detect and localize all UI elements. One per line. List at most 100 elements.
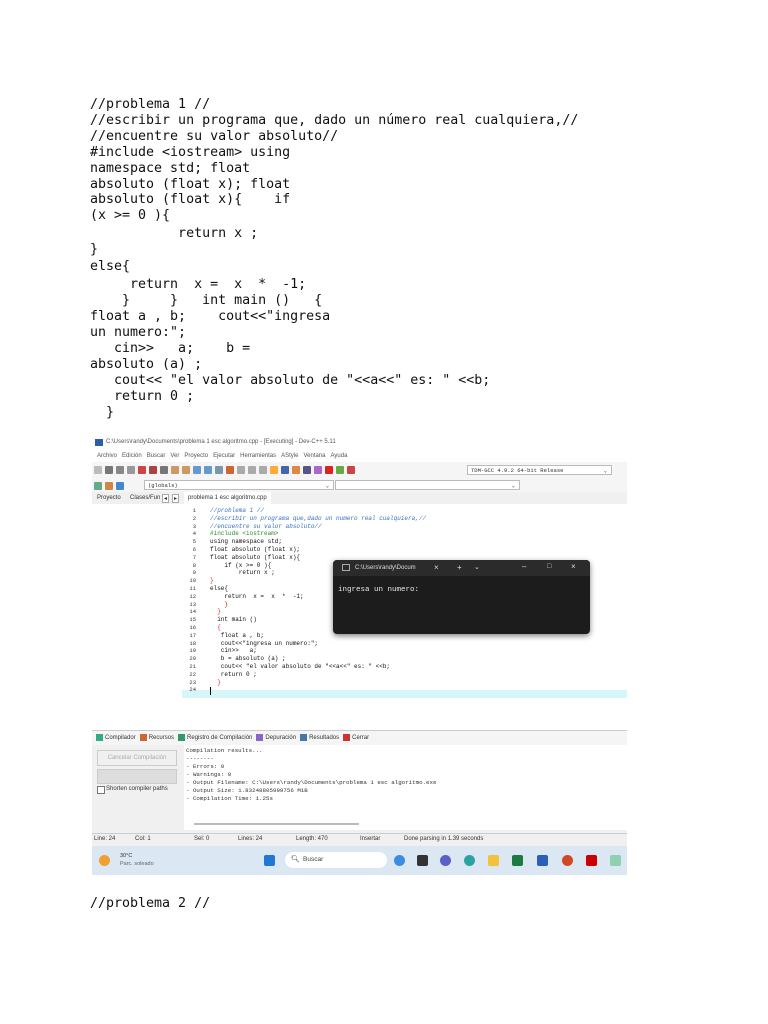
teams-icon[interactable] [440,855,451,866]
toolbar-icon[interactable] [281,466,289,474]
terminal-window[interactable]: C:\Users\randy\Docum × + ⌄ – □ × ingresa… [333,560,590,634]
line-number: 15 [189,616,196,624]
toolbar-icon[interactable] [259,466,267,474]
toolbar-icon[interactable] [292,466,300,474]
toolbar-icon[interactable] [226,466,234,474]
line-number: 6 [192,546,196,553]
toolbar-icon[interactable] [182,466,190,474]
windows-start-icon[interactable] [264,855,275,866]
toolbar-icon[interactable] [94,482,102,490]
new-tab-icon[interactable]: + [457,563,462,572]
code-line: return x = x * -1; [90,277,307,292]
edge-icon[interactable] [464,855,475,866]
menu-item-archivo[interactable]: Archivo [97,453,117,459]
line-number: 5 [192,538,196,546]
minimize-icon[interactable]: – [522,562,526,571]
toolbar-icon[interactable] [138,466,146,474]
chevron-down-icon: ⌄ [325,482,329,489]
code-line: float a , b; [210,631,265,639]
bottom-tab-cerrar[interactable]: Cerrar [352,735,369,741]
toolbar-icon[interactable] [215,466,223,474]
chatgpt-icon[interactable] [610,855,621,866]
file-tab[interactable]: problema 1 esc algoritmo.cpp [184,492,271,504]
toolbar-icon[interactable] [347,466,355,474]
compiler-select[interactable]: TDM-GCC 4.9.2 64-bit Release ⌄ [467,465,612,475]
horizontal-scrollbar[interactable] [194,823,359,825]
toolbar-icon[interactable] [270,466,278,474]
tab-proyecto[interactable]: Proyecto [97,495,121,501]
word-icon[interactable] [537,855,548,866]
code-line: else{ [210,585,229,592]
log-line: - Errors: 0 [186,763,225,770]
bottom-tab-depuraci-n[interactable]: Depuración [265,735,296,741]
tab-scroll-left[interactable]: ◂ [162,494,170,503]
excel-icon[interactable] [512,855,523,866]
close-tab-icon[interactable]: × [434,563,439,572]
tab-icon [300,733,308,741]
bottom-tab-resultados[interactable]: Resultados [309,735,339,741]
netflix-icon[interactable] [586,855,597,866]
code-line: } [90,405,115,420]
code-line: return x = x * -1; [210,592,304,600]
line-number: 18 [189,639,196,647]
menu-item-proyecto[interactable]: Proyecto [184,453,208,459]
menu-item-astyle[interactable]: AStyle [281,453,298,459]
toolbar-icon[interactable] [237,466,245,474]
menu-item-herramientas[interactable]: Herramientas [240,453,276,459]
line-number: 23 [189,678,196,686]
toolbar-icon[interactable] [160,466,168,474]
search-placeholder: Buscar [303,856,324,863]
maximize-icon[interactable]: □ [547,563,551,570]
code-line: namespace std; float [90,161,251,176]
toolbar-icon[interactable] [127,466,135,474]
taskbar-search[interactable]: 🔍︎ Buscar [285,852,387,868]
toolbar-icon[interactable] [105,466,113,474]
menu-item-ejecutar[interactable]: Ejecutar [213,453,235,459]
code-line: } [90,242,99,257]
code-line: int main () [210,616,257,624]
close-icon[interactable]: × [571,562,576,571]
code-line: //problema 1 // [210,507,265,514]
menu-item-buscar[interactable]: Buscar [147,453,166,459]
toolbar-icon[interactable] [303,466,311,474]
toolbar-icon[interactable] [171,466,179,474]
bottom-tab-compilador[interactable]: Compilador [105,735,136,741]
toolbar-icon[interactable] [248,466,256,474]
toolbar-icon[interactable] [193,466,201,474]
menu-item-ventana[interactable]: Ventana [303,453,325,459]
taskbar: 30°C Parc. soleado 🔍︎ Buscar [92,846,627,875]
toolbar-icon[interactable] [105,482,113,490]
powerpoint-icon[interactable] [562,855,573,866]
toolbar-icon[interactable] [116,482,124,490]
terminal-tab-title[interactable]: C:\Users\randy\Docum [355,565,416,571]
bottom-tab-recursos[interactable]: Recursos [149,735,174,741]
toolbar-icon[interactable] [336,466,344,474]
toolbar-icon[interactable] [325,466,333,474]
file-explorer-icon[interactable] [488,855,499,866]
bottom-tab-registro-de-compilaci-n[interactable]: Registro de Compilación [187,735,252,741]
copilot-icon[interactable] [394,855,405,866]
shorten-paths-checkbox[interactable] [97,786,105,794]
status-sel: Sel: 0 [194,836,210,842]
toolbar-icon[interactable] [94,466,102,474]
toolbar-icon[interactable] [116,466,124,474]
scope-select[interactable]: (globals) ⌄ [144,480,334,490]
menu-item-edición[interactable]: Edición [122,453,142,459]
line-number: 7 [192,553,196,561]
weather-icon[interactable] [99,855,110,866]
tabs-row: Proyecto Clases/Fun ◂ ▸ problema 1 esc a… [92,492,627,504]
code-line: return 0 ; [90,389,195,404]
menu-item-ver[interactable]: Ver [170,453,179,459]
member-select[interactable]: ⌄ [335,480,520,490]
toolbar-icon[interactable] [314,466,322,474]
menu-item-ayuda[interactable]: Ayuda [331,453,348,459]
toolbar-icon[interactable] [204,466,212,474]
code-line: #include <iostream> using [90,145,291,160]
tab-clases[interactable]: Clases/Fun [130,495,160,501]
chevron-down-icon[interactable]: ⌄ [474,563,480,571]
code-line: (x >= 0 ){ [90,208,171,223]
tab-scroll-right[interactable]: ▸ [172,494,180,503]
cancel-compilation-button[interactable]: Cancelar Compilación [97,750,177,766]
toolbar-icon[interactable] [149,466,157,474]
task-view-icon[interactable] [417,855,428,866]
